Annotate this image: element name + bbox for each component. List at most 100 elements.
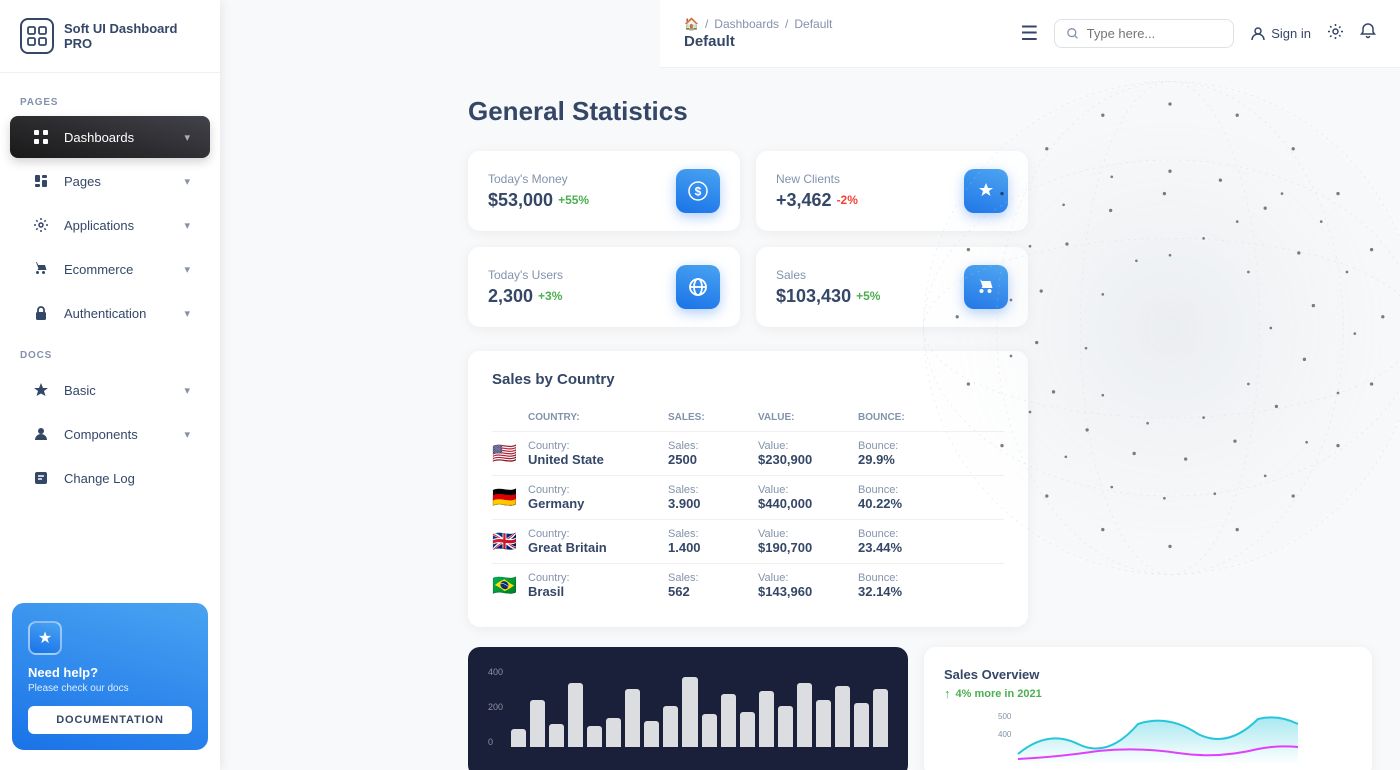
dashboards-icon — [30, 126, 52, 148]
stat-card-clients: New Clients +3,462 -2% — [756, 151, 1028, 231]
table-row: 🇧🇷 Country: Brasil Sales: 562 Value: $14… — [492, 564, 1004, 607]
applications-arrow: ▾ — [184, 219, 190, 232]
bar — [625, 689, 640, 747]
sales-trend-icon: ↑ — [944, 686, 951, 701]
basic-arrow: ▾ — [184, 384, 190, 397]
home-icon: 🏠 — [684, 17, 699, 31]
changelog-label: Change Log — [64, 471, 190, 486]
sidebar-item-pages[interactable]: Pages ▾ — [10, 160, 210, 202]
bar-chart-card: 400 200 0 — [468, 647, 908, 770]
col-sales-header: Sales: — [668, 412, 758, 423]
stat-icon-sales — [964, 265, 1008, 309]
sidebar: Soft UI Dashboard PRO PAGES Dashboards ▾ — [0, 0, 220, 770]
sales-val-0: 2500 — [668, 452, 758, 467]
bar-y-0: 0 — [488, 737, 503, 747]
components-label: Components — [64, 427, 172, 442]
bar — [778, 706, 793, 747]
dashboards-label: Dashboards — [64, 130, 172, 145]
bar-y-400: 400 — [488, 667, 503, 677]
bar — [797, 683, 812, 747]
sidebar-item-basic[interactable]: Basic ▾ — [10, 369, 210, 411]
sidebar-item-authentication[interactable]: Authentication ▾ — [10, 292, 210, 334]
notifications-icon[interactable] — [1360, 23, 1376, 44]
general-statistics-title: General Statistics — [468, 96, 1372, 127]
bounce-label-1: Bounce: — [858, 484, 958, 496]
value-label-2: Value: — [758, 528, 858, 540]
sales-val-1: 3.900 — [668, 496, 758, 511]
country-val-1: Germany — [528, 496, 668, 511]
bounce-val-3: 32.14% — [858, 584, 958, 599]
documentation-button[interactable]: DOCUMENTATION — [28, 706, 192, 734]
signin-button[interactable]: Sign in — [1250, 26, 1311, 42]
sales-label-3: Sales: — [668, 572, 758, 584]
applications-icon — [30, 214, 52, 236]
sales-overview-title: Sales Overview — [944, 667, 1352, 682]
menu-toggle-icon[interactable]: ☰ — [1020, 21, 1038, 46]
applications-label: Applications — [64, 218, 172, 233]
country-label-3: Country: — [528, 572, 668, 584]
bar — [721, 694, 736, 747]
sidebar-item-components[interactable]: Components ▾ — [10, 413, 210, 455]
bar — [663, 706, 678, 747]
stat-info-sales: Sales $103,430 +5% — [776, 268, 880, 307]
sales-table-title: Sales by Country — [492, 371, 1004, 388]
pages-arrow: ▾ — [184, 175, 190, 188]
stat-info-clients: New Clients +3,462 -2% — [776, 172, 858, 211]
authentication-label: Authentication — [64, 306, 172, 321]
col-country-header: Country: — [528, 412, 668, 423]
sidebar-item-changelog[interactable]: Change Log — [10, 457, 210, 499]
country-label-1: Country: — [528, 484, 668, 496]
settings-icon[interactable] — [1327, 23, 1344, 45]
main-inner: General Statistics Today's Money $53,000… — [440, 68, 1400, 770]
col-bounce-header: Bounce: — [858, 412, 958, 423]
signin-label: Sign in — [1271, 26, 1311, 41]
stat-icon-money: $ — [676, 169, 720, 213]
stat-change-clients: -2% — [837, 193, 858, 207]
stat-label-users: Today's Users — [488, 268, 563, 282]
flag-brasil: 🇧🇷 — [492, 573, 528, 598]
bar — [740, 712, 755, 747]
value-val-2: $190,700 — [758, 540, 858, 555]
country-label-0: Country: — [528, 440, 668, 452]
ecommerce-arrow: ▾ — [184, 263, 190, 276]
value-val-1: $440,000 — [758, 496, 858, 511]
stat-card-sales: Sales $103,430 +5% — [756, 247, 1028, 327]
value-val-3: $143,960 — [758, 584, 858, 599]
bottom-charts-row: 400 200 0 Sales Overview ↑ 4% more in 20… — [468, 647, 1372, 770]
svg-text:400: 400 — [998, 730, 1012, 739]
basic-icon — [30, 379, 52, 401]
sales-by-country-card: Sales by Country Country: Sales: Value: … — [468, 351, 1028, 627]
stat-card-money: Today's Money $53,000 +55% $ — [468, 151, 740, 231]
components-icon — [30, 423, 52, 445]
help-box: ★ Need help? Please check our docs DOCUM… — [12, 603, 208, 750]
stat-info-users: Today's Users 2,300 +3% — [488, 268, 563, 307]
sales-val-2: 1.400 — [668, 540, 758, 555]
stat-info-money: Today's Money $53,000 +55% — [488, 172, 589, 211]
country-val-3: Brasil — [528, 584, 668, 599]
bar — [835, 686, 850, 747]
breadcrumb-dashboards[interactable]: Dashboards — [714, 17, 779, 31]
stat-label-clients: New Clients — [776, 172, 858, 186]
dashboards-arrow: ▾ — [184, 131, 190, 144]
bar — [702, 714, 717, 747]
sidebar-item-dashboards[interactable]: Dashboards ▾ — [10, 116, 210, 158]
pages-section-label: PAGES — [0, 83, 220, 114]
bar-y-200: 200 — [488, 702, 503, 712]
breadcrumb: 🏠 / Dashboards / Default Default — [684, 17, 1020, 50]
topbar: 🏠 / Dashboards / Default Default ☰ — [660, 0, 1400, 68]
pages-label: Pages — [64, 174, 172, 189]
sidebar-item-applications[interactable]: Applications ▾ — [10, 204, 210, 246]
sales-label-0: Sales: — [668, 440, 758, 452]
stat-change-money: +55% — [558, 193, 589, 207]
authentication-arrow: ▾ — [184, 307, 190, 320]
bar — [511, 729, 526, 747]
help-star-icon: ★ — [28, 621, 62, 655]
stat-value-clients: +3,462 — [776, 190, 832, 211]
sales-overview-card: Sales Overview ↑ 4% more in 2021 500 400 — [924, 647, 1372, 770]
help-title: Need help? — [28, 665, 192, 680]
search-box — [1054, 19, 1234, 48]
search-input[interactable] — [1087, 26, 1222, 41]
main-content: 🏠 / Dashboards / Default Default ☰ — [440, 0, 1400, 770]
sidebar-item-ecommerce[interactable]: Ecommerce ▾ — [10, 248, 210, 290]
value-label-1: Value: — [758, 484, 858, 496]
